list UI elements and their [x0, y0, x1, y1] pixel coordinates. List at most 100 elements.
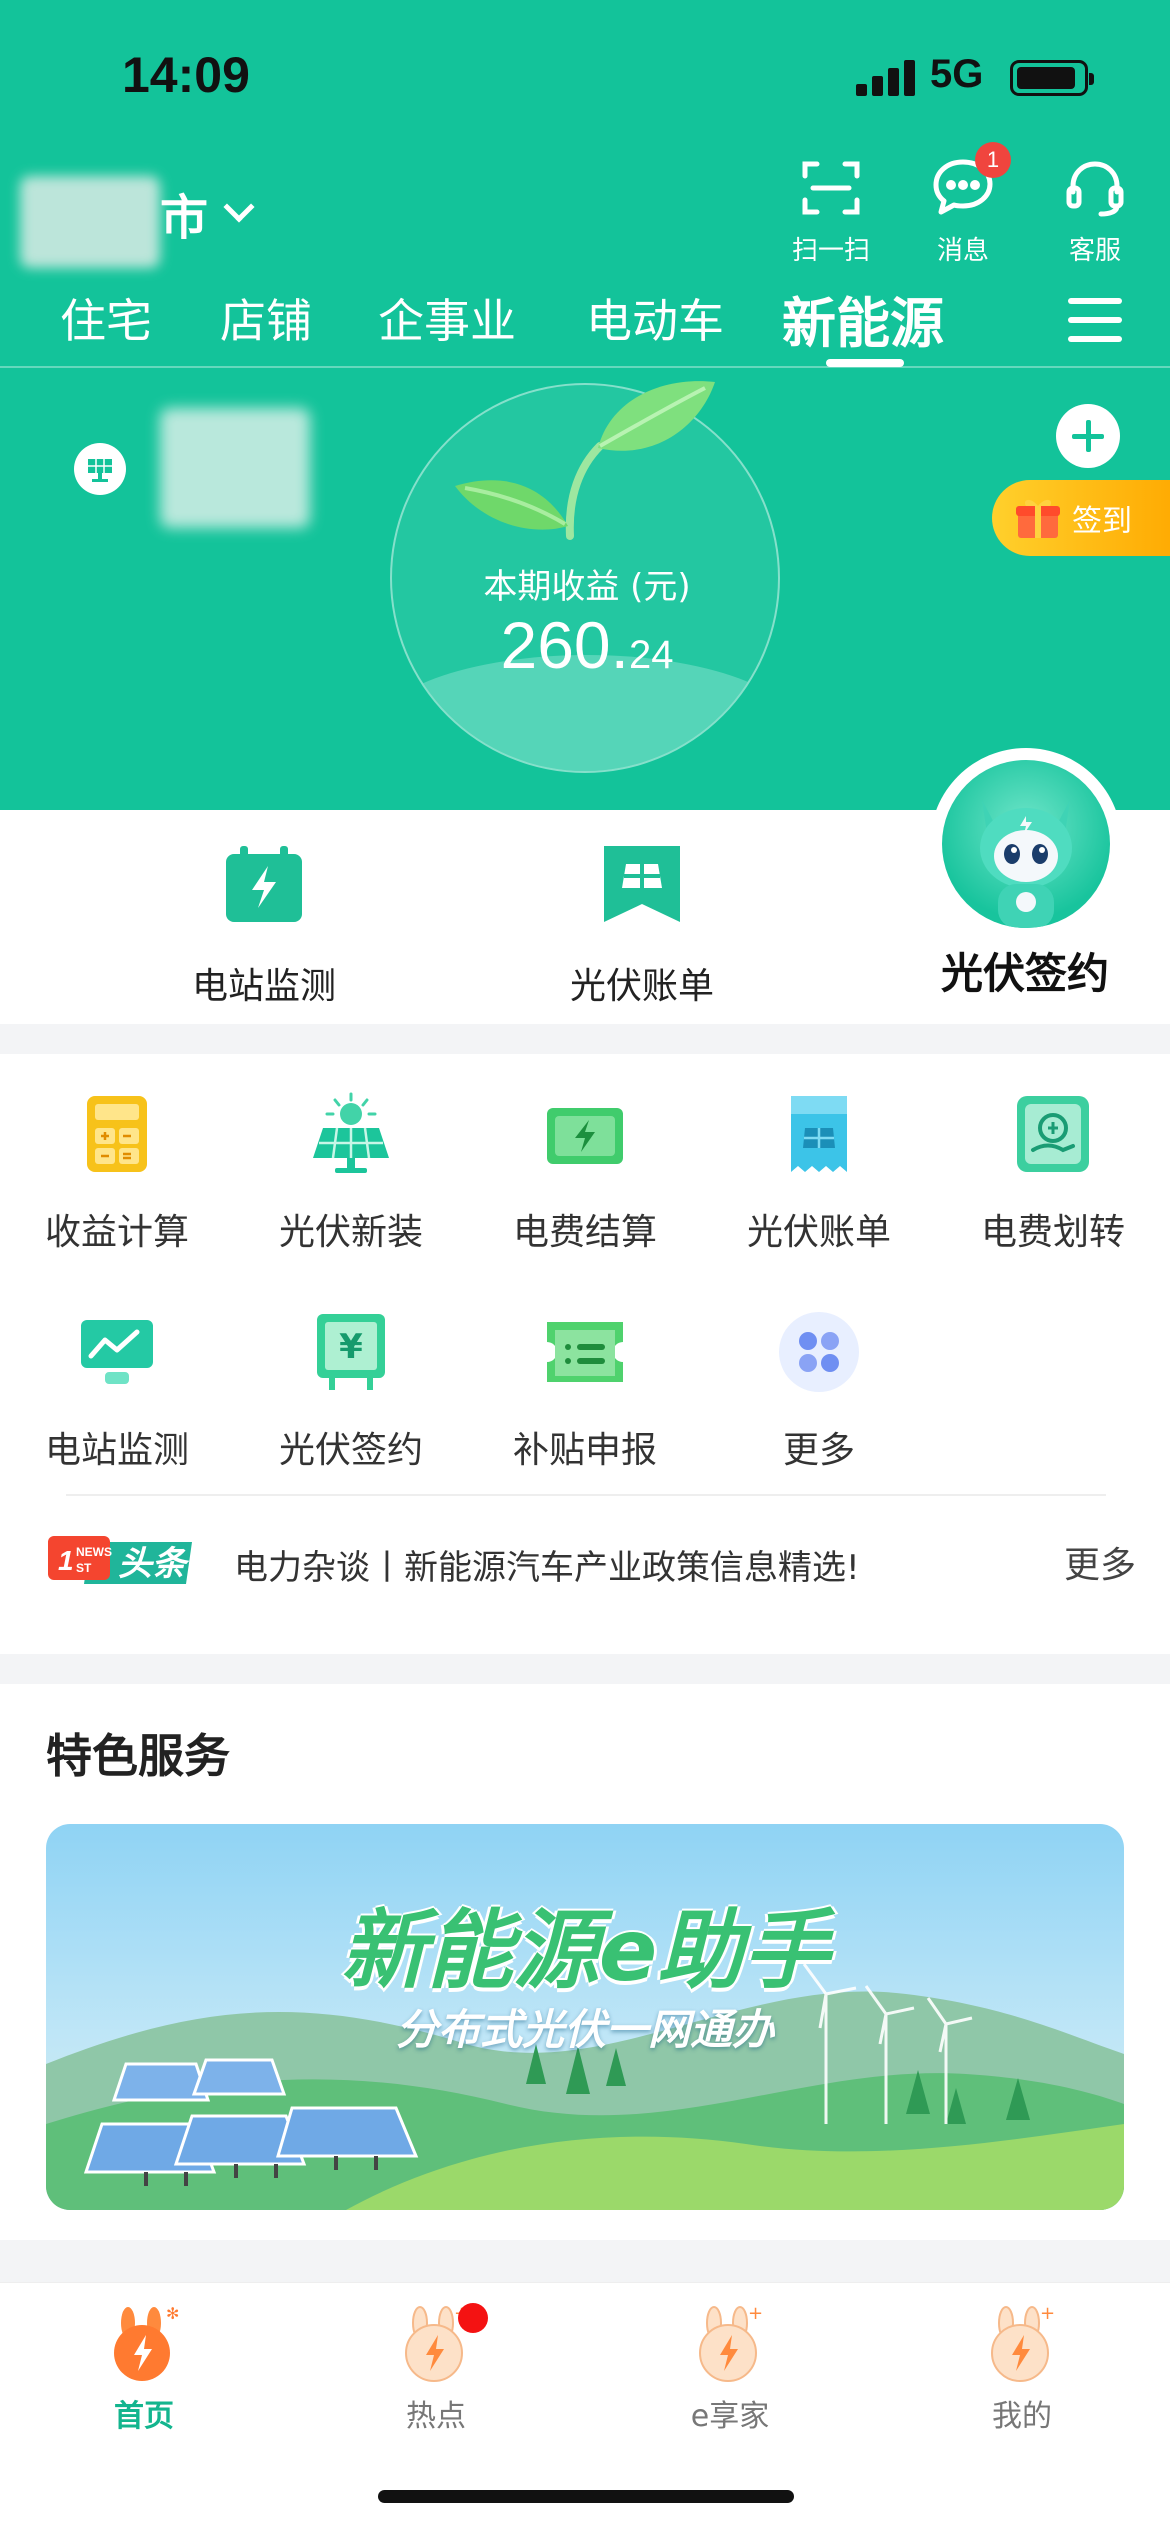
quick-pv-sign-label[interactable]: 光伏签约 [920, 940, 1130, 1001]
service-pv-install-label: 光伏新装 [278, 1212, 423, 1253]
income-value: 260.24 [392, 607, 778, 683]
svg-text:1: 1 [58, 1545, 74, 1576]
divider [0, 366, 1170, 368]
featured-services: 特色服务 新能源e助手 分布式光伏一网通办 [0, 1684, 1170, 2240]
city-name-redacted [20, 176, 160, 268]
banner-subtitle: 分布式光伏一网通办 [395, 2005, 774, 2054]
service-pv-sign[interactable]: ¥ 光伏签约 [234, 1310, 468, 1473]
more-icon [779, 1312, 859, 1392]
divider [66, 1494, 1106, 1496]
svg-text:ST: ST [76, 1561, 92, 1575]
cellular-signal-icon [856, 58, 916, 96]
news-headline: 电力杂谈丨新能源汽车产业政策信息精选! [234, 1548, 860, 1588]
network-type: 5G [930, 52, 984, 96]
nav-hot-label: 热点 [406, 2399, 466, 2434]
svg-text:¥: ¥ [339, 1327, 363, 1367]
service-more-label: 更多 [782, 1430, 855, 1471]
calculator-icon [87, 1096, 147, 1172]
add-station-button[interactable] [1056, 404, 1120, 468]
menu-icon[interactable] [1068, 298, 1122, 342]
service-pv-install[interactable]: 光伏新装 [234, 1092, 468, 1255]
pv-sign-mascot-button[interactable] [930, 748, 1122, 940]
service-income-calc-label: 收益计算 [44, 1212, 189, 1253]
sign-contract-icon: ¥ [317, 1314, 385, 1390]
tab-residential[interactable]: 住宅 [60, 285, 152, 351]
customer-service-button[interactable]: 客服 [1040, 156, 1150, 267]
bill-settle-icon [547, 1108, 623, 1164]
solar-station-icon[interactable] [74, 443, 126, 495]
gift-icon [1016, 499, 1060, 538]
quick-pv-bill-label: 光伏账单 [569, 966, 714, 1007]
mascot-icon [942, 760, 1110, 928]
service-income-calc[interactable]: 收益计算 [0, 1092, 234, 1255]
scan-icon [799, 156, 863, 220]
scan-button[interactable]: 扫一扫 [776, 156, 886, 267]
service-pv-bill-label: 光伏账单 [746, 1212, 891, 1253]
city-suffix: 市 [160, 190, 209, 246]
svg-text:+: + [748, 2303, 763, 2324]
station-name-redacted[interactable] [160, 408, 310, 528]
category-tabs: 住宅 店铺 企事业 电动车 新能源 [0, 285, 1170, 367]
quick-pv-bill[interactable]: 光伏账单 [532, 842, 752, 1009]
monitor-icon [81, 1320, 153, 1384]
chevron-down-icon [223, 191, 255, 223]
solar-panel-icon [313, 1092, 389, 1173]
service-station-monitor[interactable]: 电站监测 [0, 1310, 234, 1473]
nav-ehome[interactable]: + e享家 [630, 2303, 830, 2435]
svg-text:NEWS: NEWS [76, 1545, 112, 1559]
notification-dot [458, 2303, 488, 2333]
station-monitor-icon [226, 846, 302, 922]
battery-icon [1010, 60, 1094, 96]
subsidy-icon [547, 1322, 623, 1382]
sign-in-button[interactable]: 签到 [992, 480, 1170, 556]
new-energy-assistant-banner[interactable]: 新能源e助手 分布式光伏一网通办 [46, 1824, 1124, 2210]
nav-mine-label: 我的 [992, 2399, 1052, 2434]
service-pv-bill[interactable]: 光伏账单 [702, 1092, 936, 1255]
hero-section: 14:09 5G 市 扫一扫 1 消息 客服 住宅 店铺 企事业 电动车 新能源… [0, 0, 1170, 810]
service-bill-settle[interactable]: 电费结算 [468, 1092, 702, 1255]
scan-label: 扫一扫 [791, 236, 870, 266]
message-button[interactable]: 1 消息 [908, 142, 1018, 267]
service-bill-settle-label: 电费结算 [512, 1212, 657, 1253]
income-value-decimal: 24 [628, 633, 674, 677]
ehome-bunny-icon: + [690, 2303, 770, 2383]
home-bunny-icon: ✻ [104, 2303, 184, 2383]
nav-home[interactable]: ✻ 首页 [44, 2303, 244, 2435]
home-indicator[interactable] [378, 2490, 794, 2503]
message-count-badge: 1 [975, 142, 1011, 178]
tab-ev[interactable]: 电动车 [586, 285, 724, 351]
transfer-icon [1017, 1096, 1089, 1172]
hot-bunny-icon: + [396, 2303, 488, 2383]
nav-home-label: 首页 [114, 2399, 174, 2434]
customer-service-label: 客服 [1068, 236, 1121, 266]
tab-store[interactable]: 店铺 [220, 285, 312, 351]
section-gap [0, 1654, 1170, 1684]
tab-new-energy[interactable]: 新能源 [782, 279, 944, 358]
city-selector[interactable]: 市 [160, 178, 255, 248]
service-subsidy[interactable]: 补贴申报 [468, 1310, 702, 1473]
service-fee-transfer[interactable]: 电费划转 [936, 1092, 1170, 1255]
tab-enterprise[interactable]: 企事业 [378, 285, 516, 351]
nav-hot[interactable]: + 热点 [336, 2303, 536, 2435]
quick-station-monitor[interactable]: 电站监测 [154, 842, 374, 1009]
svg-text:✻: ✻ [166, 2304, 179, 2323]
status-time: 14:09 [122, 47, 250, 103]
headline-tag-text: 头条 [118, 1544, 186, 1584]
pv-bill-icon [604, 846, 680, 922]
service-fee-transfer-label: 电费划转 [980, 1212, 1125, 1253]
featured-title: 特色服务 [46, 1729, 230, 1783]
banner-title: 新能源e助手 [340, 1901, 830, 2001]
message-icon: 1 [931, 142, 1011, 220]
section-gap [0, 2240, 1170, 2282]
section-gap [0, 1024, 1170, 1054]
news-ticker[interactable]: 1 NEWS ST 头条 电力杂谈丨新能源汽车产业政策信息精选! 更多 [46, 1530, 1136, 1600]
service-more[interactable]: 更多 [702, 1310, 936, 1473]
nav-mine[interactable]: + 我的 [922, 2303, 1122, 2435]
income-value-integer: 260. [500, 608, 629, 682]
sign-in-label: 签到 [1072, 504, 1132, 539]
income-label: 本期收益 (元) [483, 567, 691, 607]
news-more-link[interactable]: 更多 [1064, 1536, 1136, 1588]
headset-icon [1063, 156, 1127, 220]
service-subsidy-label: 补贴申报 [512, 1430, 657, 1471]
mine-bunny-icon: + [982, 2303, 1062, 2383]
